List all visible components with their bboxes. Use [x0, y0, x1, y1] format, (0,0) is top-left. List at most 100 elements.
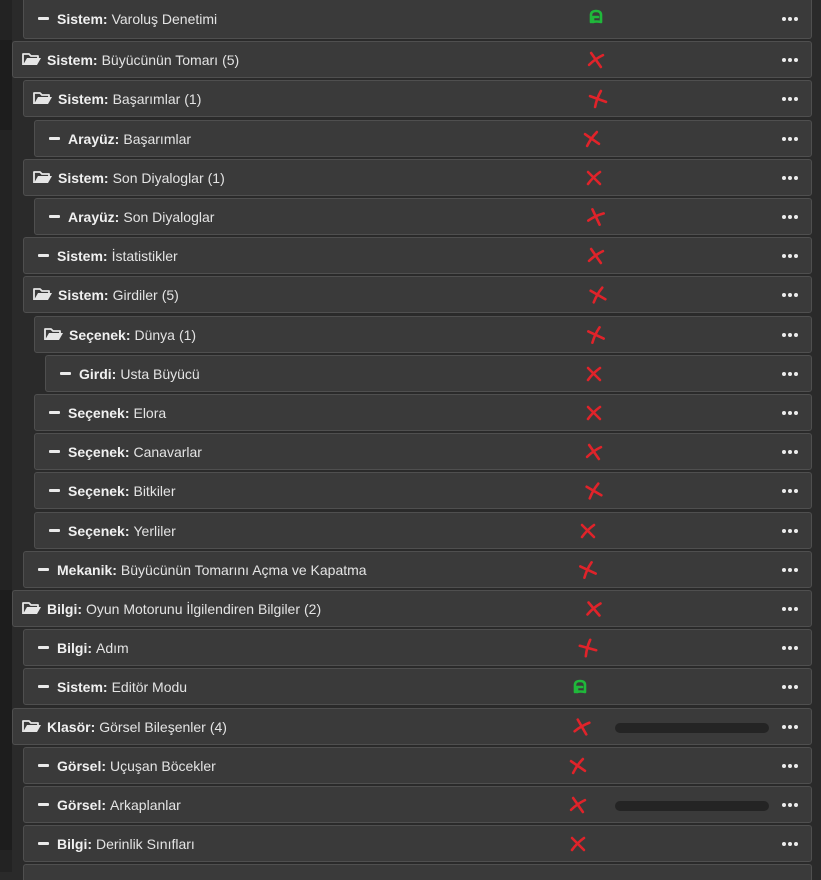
dash-icon	[35, 473, 60, 508]
row-prefix: Görsel:	[57, 796, 107, 813]
folder-open-icon[interactable]	[24, 277, 53, 312]
row-prefix: Bilgi:	[47, 600, 82, 617]
tree-item-row[interactable]: Seçenek: Elora	[34, 394, 812, 431]
status-fail-icon	[588, 89, 608, 109]
tree-item-row[interactable]: Bilgi: Derinlik Sınıfları	[23, 825, 812, 862]
row-prefix: Seçenek:	[68, 404, 130, 421]
row-label: Arayüz: Başarımlar	[68, 121, 191, 156]
more-options-icon[interactable]	[782, 175, 798, 180]
row-count: (5)	[161, 286, 179, 303]
more-options-icon[interactable]	[782, 841, 798, 846]
tree-folder-row[interactable]: Sistem: Başarımlar (1)	[23, 80, 812, 117]
more-options-icon[interactable]	[782, 214, 798, 219]
progress-bar	[615, 723, 769, 733]
dash-icon	[24, 552, 49, 587]
row-name: Yerliler	[133, 522, 176, 539]
more-options-icon[interactable]	[782, 802, 798, 807]
dash-icon	[24, 787, 49, 822]
more-options-icon[interactable]	[782, 96, 798, 101]
more-options-icon[interactable]	[782, 16, 798, 21]
status-fail-icon	[573, 718, 591, 736]
row-name: Girdiler	[112, 286, 158, 303]
tree-item-row[interactable]: Görsel: Arkaplanlar	[23, 786, 812, 823]
more-options-icon[interactable]	[782, 645, 798, 650]
row-name: Usta Büyücü	[120, 365, 200, 382]
row-prefix: Sistem:	[47, 51, 98, 68]
row-name: Editör Modu	[111, 678, 188, 695]
status-fail-icon	[587, 247, 605, 265]
row-prefix: Klasör:	[47, 718, 96, 735]
tree-item-row[interactable]	[23, 864, 812, 880]
tree-item-row[interactable]: Seçenek: Yerliler	[34, 512, 812, 549]
row-prefix: Seçenek:	[68, 482, 130, 499]
tree-item-row[interactable]: Sistem: Editör Modu	[23, 668, 812, 705]
row-count: (5)	[222, 51, 240, 68]
folder-open-icon[interactable]	[13, 709, 42, 744]
tree-item-row[interactable]: Görsel: Uçuşan Böcekler	[23, 747, 812, 784]
more-options-icon[interactable]	[782, 684, 798, 689]
dash-icon	[24, 748, 49, 783]
tree-item-row[interactable]: Mekanik: Büyücünün Tomarını Açma ve Kapat…	[23, 551, 812, 588]
dash-icon	[35, 513, 60, 548]
row-prefix: Bilgi:	[57, 835, 92, 852]
row-label: Seçenek: Dünya (1)	[69, 317, 196, 352]
more-options-icon[interactable]	[782, 136, 798, 141]
dash-icon	[35, 434, 60, 469]
tree-item-row[interactable]: Seçenek: Bitkiler	[34, 472, 812, 509]
tree-item-row[interactable]: Seçenek: Canavarlar	[34, 433, 812, 470]
row-count: (2)	[304, 600, 322, 617]
row-label: Arayüz: Son Diyaloglar	[68, 199, 214, 234]
more-options-icon[interactable]	[782, 763, 798, 768]
row-label: Bilgi: Oyun Motorunu İlgilendiren Bilgile…	[47, 591, 321, 626]
more-options-icon[interactable]	[782, 528, 798, 533]
more-options-icon[interactable]	[782, 292, 798, 297]
more-options-icon[interactable]	[782, 371, 798, 376]
row-label: Sistem: Başarımlar (1)	[58, 81, 201, 116]
folder-open-icon[interactable]	[24, 160, 53, 195]
tree-item-row[interactable]: Sistem: İstatistikler	[23, 237, 812, 274]
row-label: Sistem: Varoluş Denetimi	[57, 0, 217, 38]
dash-icon	[24, 630, 49, 665]
more-options-icon[interactable]	[782, 724, 798, 729]
tree-item-row[interactable]: Girdi: Usta Büyücü	[45, 355, 812, 392]
tree-item-row[interactable]: Arayüz: Başarımlar	[34, 120, 812, 157]
folder-open-icon[interactable]	[13, 42, 42, 77]
tree-folder-row[interactable]: Seçenek: Dünya (1)	[34, 316, 812, 353]
row-name: Oyun Motorunu İlgilendiren Bilgiler	[86, 600, 300, 617]
tree-folder-row[interactable]: Bilgi: Oyun Motorunu İlgilendiren Bilgile…	[12, 590, 812, 627]
folder-open-icon[interactable]	[13, 591, 42, 626]
more-options-icon[interactable]	[782, 567, 798, 572]
row-label: Sistem: Girdiler (5)	[58, 277, 179, 312]
row-name: Büyücünün Tomarını Açma ve Kapatma	[120, 561, 367, 578]
tree-folder-row[interactable]: Klasör: Görsel Bileşenler (4)	[12, 708, 812, 745]
status-fail-icon	[587, 326, 605, 344]
status-fail-icon	[587, 208, 605, 226]
tree-item-row[interactable]: Arayüz: Son Diyaloglar	[34, 198, 812, 235]
row-name: Elora	[133, 404, 167, 421]
row-prefix: Sistem:	[57, 10, 108, 27]
row-prefix: Sistem:	[58, 286, 109, 303]
more-options-icon[interactable]	[782, 332, 798, 337]
tree-item-row[interactable]: Bilgi: Adım	[23, 629, 812, 666]
tree-folder-row[interactable]: Sistem: Son Diyaloglar (1)	[23, 159, 812, 196]
more-options-icon[interactable]	[782, 488, 798, 493]
status-ok-icon	[571, 678, 589, 696]
tree-folder-row[interactable]: Sistem: Büyücünün Tomarı (5)	[12, 41, 812, 78]
folder-open-icon[interactable]	[35, 317, 64, 352]
more-options-icon[interactable]	[782, 253, 798, 258]
row-prefix: Arayüz:	[68, 208, 120, 225]
row-count: (1)	[184, 90, 202, 107]
row-label: Seçenek: Yerliler	[68, 513, 176, 548]
tree-item-row[interactable]: Sistem: Varoluş Denetimi	[23, 0, 812, 39]
task-tree: Sistem: Varoluş Denetimi Sistem: Büyücünün …	[0, 0, 821, 880]
status-fail-icon	[585, 365, 603, 383]
tree-folder-row[interactable]: Sistem: Girdiler (5)	[23, 276, 812, 313]
folder-open-icon[interactable]	[24, 81, 53, 116]
row-label: Sistem: Editör Modu	[57, 669, 187, 704]
more-options-icon[interactable]	[782, 606, 798, 611]
more-options-icon[interactable]	[782, 57, 798, 62]
more-options-icon[interactable]	[782, 410, 798, 415]
status-fail-icon	[569, 835, 587, 853]
more-options-icon[interactable]	[782, 449, 798, 454]
status-fail-icon	[585, 169, 603, 187]
